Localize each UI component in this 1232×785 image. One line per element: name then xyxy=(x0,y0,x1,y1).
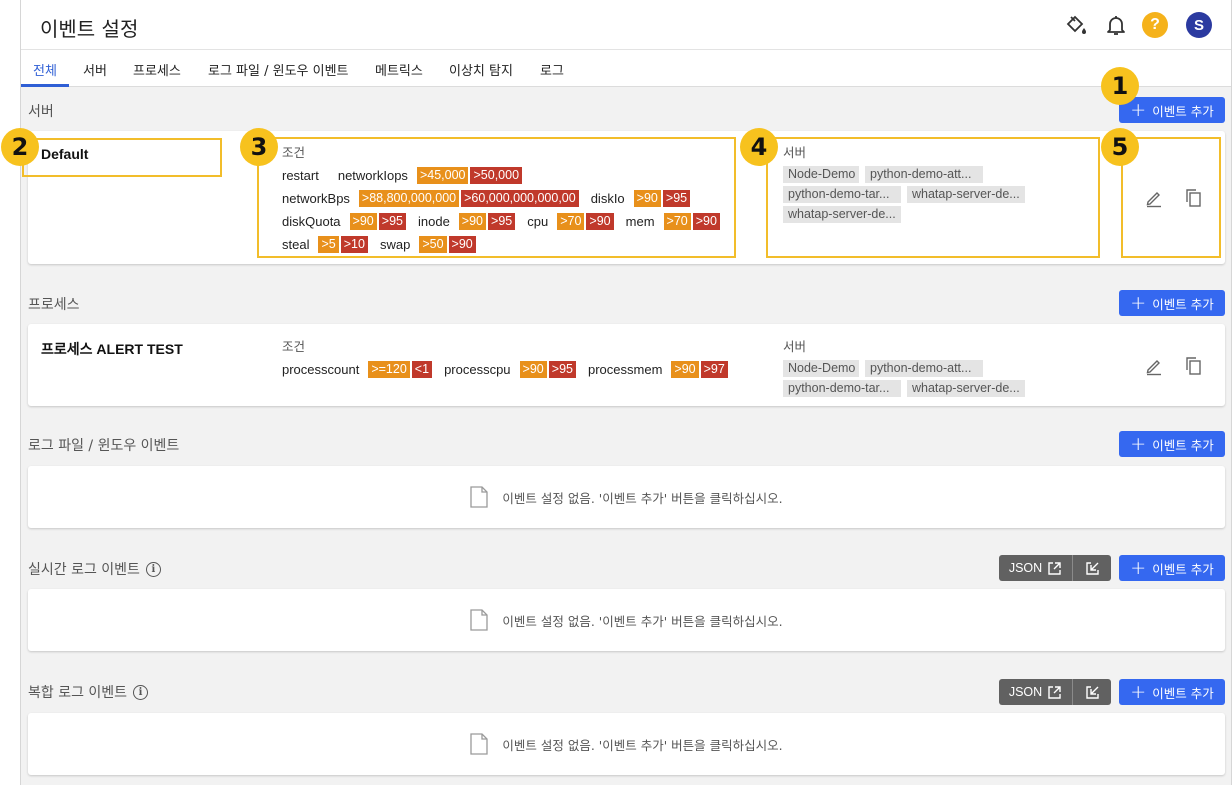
plus-icon: + xyxy=(1130,556,1147,579)
add-event-label: 이벤트 추가 xyxy=(1152,561,1214,577)
tab-metrics[interactable]: 메트릭스 xyxy=(375,60,423,79)
json-export-button[interactable]: JSON xyxy=(999,679,1073,705)
condition-name: processmem xyxy=(587,362,663,377)
empty-message: 이벤트 설정 없음. '이벤트 추가' 버튼을 클릭하십시오. xyxy=(502,490,783,506)
user-avatar[interactable]: S xyxy=(1185,11,1213,39)
app-frame: 이벤트 설정 ? S 전체 서버 프로세스 로그 파일 / 윈도우 이벤트 메트… xyxy=(20,0,1232,785)
section-title-text: 복합 로그 이벤트 xyxy=(28,685,128,701)
process-event-card: 프로세스 ALERT TEST 조건 processcount >=120 <1… xyxy=(28,324,1225,406)
info-icon[interactable]: i xyxy=(133,684,149,700)
document-icon xyxy=(470,486,489,508)
section-title-text: 실시간 로그 이벤트 xyxy=(28,562,140,578)
section-title-logfile: 로그 파일 / 윈도우 이벤트 xyxy=(28,438,180,454)
annotation-badge-2: 2 xyxy=(1,128,39,166)
document-icon xyxy=(470,733,489,755)
empty-state: 이벤트 설정 없음. '이벤트 추가' 버튼을 클릭하십시오. xyxy=(28,589,1225,651)
import-icon xyxy=(1085,561,1099,575)
condition-label: 조건 xyxy=(282,339,306,354)
realtime-event-card: 이벤트 설정 없음. '이벤트 추가' 버튼을 클릭하십시오. xyxy=(28,589,1225,651)
annotation-badge-1: 1 xyxy=(1101,67,1139,105)
plus-icon: + xyxy=(1130,98,1147,121)
server-chip: python-demo-att... xyxy=(865,360,983,377)
section-title-realtime: 실시간 로그 이벤트 i xyxy=(28,559,161,579)
add-event-button-process[interactable]: + 이벤트 추가 xyxy=(1119,290,1225,316)
annotation-badge-5: 5 xyxy=(1101,128,1139,166)
bell-icon[interactable] xyxy=(1102,11,1130,39)
composite-event-card: 이벤트 설정 없음. '이벤트 추가' 버튼을 클릭하십시오. xyxy=(28,713,1225,775)
logfile-event-card: 이벤트 설정 없음. '이벤트 추가' 버튼을 클릭하십시오. xyxy=(28,466,1225,528)
server-chip: python-demo-tar... xyxy=(783,380,901,397)
annotation-badge-4: 4 xyxy=(740,128,778,166)
tab-server[interactable]: 서버 xyxy=(83,60,107,79)
edit-icon[interactable] xyxy=(1143,355,1165,377)
warning-threshold: >90 xyxy=(519,361,547,378)
rule-name[interactable]: 프로세스 ALERT TEST xyxy=(41,339,183,359)
external-link-icon xyxy=(1048,561,1061,575)
highlight-conditions xyxy=(257,137,736,258)
plus-icon: + xyxy=(1130,432,1147,455)
server-chip: Node-Demo xyxy=(783,360,859,377)
highlight-servers xyxy=(766,137,1100,258)
critical-threshold: <1 xyxy=(411,361,433,378)
help-icon[interactable]: ? xyxy=(1141,11,1169,39)
paint-bucket-icon[interactable] xyxy=(1062,11,1090,39)
add-event-label: 이벤트 추가 xyxy=(1152,685,1214,701)
info-icon[interactable]: i xyxy=(145,561,161,577)
highlight-rule-name xyxy=(22,138,222,177)
warning-threshold: >90 xyxy=(671,361,699,378)
annotation-badge-3: 3 xyxy=(240,128,278,166)
tab-log[interactable]: 로그 xyxy=(540,60,564,79)
section-title-composite: 복합 로그 이벤트 i xyxy=(28,682,149,702)
tab-anomaly-detection[interactable]: 이상치 탐지 xyxy=(449,60,513,79)
warning-threshold: >=120 xyxy=(368,361,410,378)
json-button-group: JSON xyxy=(999,679,1111,705)
condition-row: processcount >=120 <1 processcpu >90 >95… xyxy=(282,361,740,378)
empty-message: 이벤트 설정 없음. '이벤트 추가' 버튼을 클릭하십시오. xyxy=(502,613,783,629)
add-event-label: 이벤트 추가 xyxy=(1152,437,1214,453)
json-import-button[interactable] xyxy=(1073,679,1111,705)
add-event-button-composite[interactable]: + 이벤트 추가 xyxy=(1119,679,1225,705)
critical-threshold: >95 xyxy=(548,361,576,378)
condition-name: processcpu xyxy=(444,362,511,377)
empty-state: 이벤트 설정 없음. '이벤트 추가' 버튼을 클릭하십시오. xyxy=(28,713,1225,775)
json-button-group: JSON xyxy=(999,555,1111,581)
add-event-label: 이벤트 추가 xyxy=(1152,103,1214,119)
add-event-button-logfile[interactable]: + 이벤트 추가 xyxy=(1119,431,1225,457)
document-icon xyxy=(470,609,489,631)
active-tab-indicator xyxy=(21,84,69,87)
json-import-button[interactable] xyxy=(1073,555,1111,581)
server-label: 서버 xyxy=(783,339,807,354)
section-title-process: 프로세스 xyxy=(28,297,80,313)
plus-icon: + xyxy=(1130,291,1147,314)
avatar-initial: S xyxy=(1186,12,1212,38)
condition-name: processcount xyxy=(282,362,360,377)
tab-logfile-windows-event[interactable]: 로그 파일 / 윈도우 이벤트 xyxy=(208,60,349,79)
add-event-label: 이벤트 추가 xyxy=(1152,296,1214,312)
empty-state: 이벤트 설정 없음. '이벤트 추가' 버튼을 클릭하십시오. xyxy=(28,466,1225,528)
server-chip: whatap-server-de... xyxy=(907,380,1025,397)
add-event-button-server[interactable]: + 이벤트 추가 xyxy=(1119,97,1225,123)
top-header: 이벤트 설정 ? S xyxy=(21,0,1231,50)
json-export-button[interactable]: JSON xyxy=(999,555,1073,581)
add-event-button-realtime[interactable]: + 이벤트 추가 xyxy=(1119,555,1225,581)
json-label: JSON xyxy=(1008,685,1043,699)
json-label: JSON xyxy=(1008,561,1043,575)
critical-threshold: >97 xyxy=(700,361,728,378)
page-title: 이벤트 설정 xyxy=(40,17,139,41)
help-badge: ? xyxy=(1142,12,1168,38)
copy-icon[interactable] xyxy=(1182,355,1204,377)
external-link-icon xyxy=(1048,685,1061,699)
tab-process[interactable]: 프로세스 xyxy=(133,60,181,79)
tab-bar: 전체 서버 프로세스 로그 파일 / 윈도우 이벤트 메트릭스 이상치 탐지 로… xyxy=(21,50,1231,87)
plus-icon: + xyxy=(1130,680,1147,703)
section-title-server: 서버 xyxy=(28,104,54,120)
server-list: Node-Demo python-demo-att... python-demo… xyxy=(783,360,1043,397)
tab-all[interactable]: 전체 xyxy=(33,60,57,79)
empty-message: 이벤트 설정 없음. '이벤트 추가' 버튼을 클릭하십시오. xyxy=(502,737,783,753)
import-icon xyxy=(1085,685,1099,699)
